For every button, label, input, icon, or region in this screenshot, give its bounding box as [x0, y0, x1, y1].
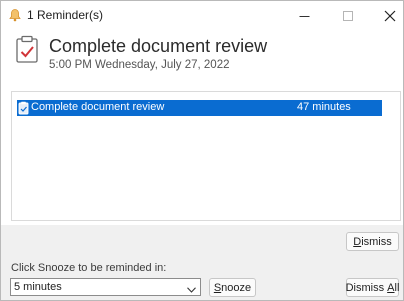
reminder-window: 1 Reminder(s) Complete document review 5…	[0, 0, 404, 301]
reminder-subject: Complete document review	[49, 36, 268, 56]
dismiss-accelerator: D	[353, 235, 362, 248]
dismiss-label-suffix: ismiss	[361, 235, 392, 248]
minimize-button[interactable]	[284, 1, 324, 31]
snooze-button[interactable]: Snooze	[209, 278, 256, 297]
snooze-duration-value: 5 minutes	[14, 281, 62, 293]
dismiss-all-label-suffix: ll	[394, 281, 400, 294]
list-item[interactable]: Complete document review 47 minutes	[17, 100, 382, 116]
task-icon	[18, 101, 29, 115]
reminder-list[interactable]: Complete document review 47 minutes	[11, 91, 401, 221]
bell-icon	[9, 8, 21, 22]
dismiss-button[interactable]: Dismiss	[346, 232, 399, 251]
maximize-button[interactable]	[328, 1, 368, 31]
close-icon	[384, 10, 396, 22]
snooze-duration-select[interactable]: 5 minutes	[10, 278, 201, 296]
reminder-due-time: 5:00 PM Wednesday, July 27, 2022	[49, 59, 230, 71]
snooze-accelerator: S	[213, 281, 222, 294]
dismiss-all-label-prefix: Dismiss	[345, 281, 388, 294]
task-clipboard-icon	[15, 35, 39, 63]
dismiss-all-accelerator: A	[387, 281, 395, 294]
snooze-label-suffix: nooze	[221, 281, 252, 294]
window-title: 1 Reminder(s)	[27, 8, 104, 22]
snooze-label: Click Snooze to be reminded in:	[11, 262, 167, 274]
chevron-down-icon	[187, 284, 196, 293]
list-item-due-in: 47 minutes	[297, 101, 351, 113]
dismiss-all-button[interactable]: Dismiss All	[346, 278, 399, 297]
list-item-subject: Complete document review	[31, 101, 165, 113]
close-button[interactable]	[370, 1, 404, 31]
title-bar[interactable]: 1 Reminder(s)	[1, 1, 403, 31]
